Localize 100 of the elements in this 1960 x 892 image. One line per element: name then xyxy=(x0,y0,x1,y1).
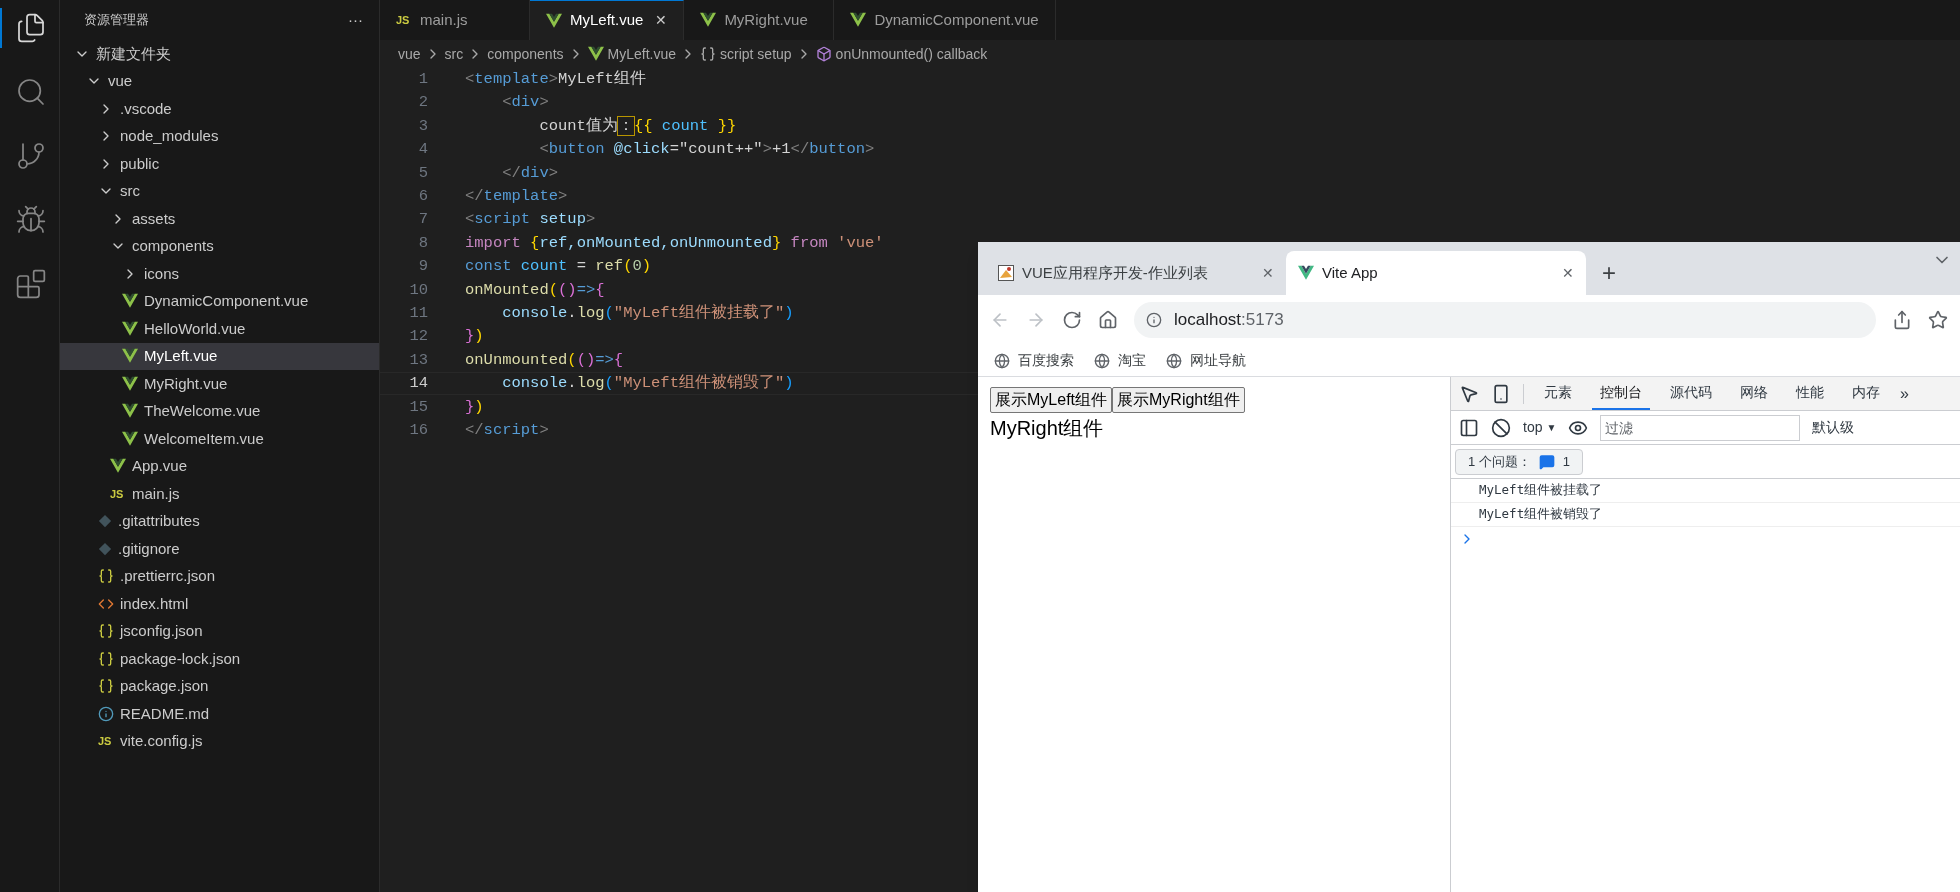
info-icon[interactable] xyxy=(1146,312,1162,328)
vue-icon xyxy=(122,403,138,420)
bookmark[interactable]: 淘宝 xyxy=(1094,350,1146,371)
editor-tab[interactable]: MyRight.vue xyxy=(684,0,835,40)
share-icon[interactable] xyxy=(1892,310,1912,330)
more-tabs-button[interactable]: » xyxy=(1900,381,1909,406)
tree-item[interactable]: MyLeft.vue xyxy=(60,342,379,370)
code-line: onUnmounted(()=>{ xyxy=(465,349,624,371)
line-number: 4 xyxy=(417,139,429,161)
tree-item[interactable]: .vscode xyxy=(60,95,379,123)
browser-tab[interactable]: Vite App ✕ xyxy=(1286,251,1586,295)
tree-item[interactable]: README.md xyxy=(60,700,379,728)
tree-item[interactable]: components xyxy=(60,232,379,260)
breadcrumb-item[interactable]: components xyxy=(487,43,564,65)
page-button[interactable]: 展示MyLeft组件 xyxy=(990,387,1112,413)
code-line: <script setup> xyxy=(465,209,596,231)
code-line: </div> xyxy=(501,162,559,184)
more-button[interactable]: ··· xyxy=(348,8,363,32)
breadcrumb-item[interactable]: script setup xyxy=(720,43,792,65)
diamond-icon xyxy=(98,514,112,529)
close-button[interactable]: ✕ xyxy=(1562,262,1574,284)
tree-item[interactable]: index.html xyxy=(60,590,379,618)
device-icon[interactable] xyxy=(1491,383,1511,404)
bookmark[interactable]: 百度搜索 xyxy=(994,350,1074,371)
home-icon[interactable] xyxy=(1098,310,1118,330)
clear-icon[interactable] xyxy=(1491,417,1511,438)
devtools-tab[interactable]: 元素 xyxy=(1536,377,1580,410)
editor-tab[interactable]: DynamicComponent.vue xyxy=(834,0,1056,40)
code-line: onMounted(()=>{ xyxy=(465,279,605,301)
page-button[interactable]: 展示MyRight组件 xyxy=(1112,387,1245,413)
line-number: 3 xyxy=(417,115,429,137)
level-select[interactable]: 默认级 xyxy=(1812,417,1855,438)
js-icon: JS xyxy=(396,11,412,29)
devtools-tab[interactable]: 网络 xyxy=(1732,377,1776,410)
bookmark[interactable]: 网址导航 xyxy=(1166,350,1246,371)
diamond-icon xyxy=(98,541,112,556)
code-line: import {ref,onMounted,onUnmounted} from 'vue' xyxy=(465,232,884,254)
tree-item[interactable]: package.json xyxy=(60,672,379,700)
tree-item[interactable]: HelloWorld.vue xyxy=(60,315,379,343)
devtools-tab[interactable]: 内存 xyxy=(1844,377,1888,410)
devtools-tab[interactable]: 源代码 xyxy=(1662,377,1720,410)
line-number: 1 xyxy=(417,69,429,91)
tree-item[interactable]: src xyxy=(60,177,379,205)
tree-item[interactable]: .gitattributes xyxy=(60,507,379,535)
star-icon[interactable] xyxy=(1928,310,1948,330)
tree-item[interactable]: public xyxy=(60,150,379,178)
close-button[interactable]: ✕ xyxy=(655,10,668,31)
context-select[interactable]: top ▼ xyxy=(1523,417,1557,438)
issues-button[interactable]: 1 个问题： 1 xyxy=(1455,448,1584,475)
filter-field[interactable]: 过滤 xyxy=(1600,414,1801,441)
js-icon: JS xyxy=(110,485,126,502)
vue-icon xyxy=(122,430,138,447)
tree-item[interactable]: WelcomeItem.vue xyxy=(60,425,379,453)
console-message: MyLeft组件被挂载了 xyxy=(1451,479,1960,503)
close-button[interactable]: ✕ xyxy=(1262,262,1274,284)
vue-icon xyxy=(122,320,138,337)
tree-item[interactable]: assets xyxy=(60,205,379,233)
vue-icon xyxy=(850,12,867,28)
globe-icon xyxy=(994,352,1010,369)
code-line: <template>MyLeft组件 xyxy=(465,69,646,91)
address-bar[interactable]: localhost:5173 xyxy=(1134,302,1876,338)
code-line: }) xyxy=(465,396,484,418)
new-tab-button[interactable]: + xyxy=(1586,251,1632,295)
editor-tab[interactable]: MyLeft.vue ✕ xyxy=(530,0,685,40)
tree-item[interactable]: jsconfig.json xyxy=(60,617,379,645)
code-line: <button @click="count++">+1</button> xyxy=(538,139,875,161)
sidebar-icon[interactable] xyxy=(1459,417,1479,438)
tree-item[interactable]: vue xyxy=(60,67,379,95)
devtools-tab[interactable]: 控制台 xyxy=(1592,377,1650,410)
tree-item[interactable]: .prettierrc.json xyxy=(60,562,379,590)
line-number: 2 xyxy=(417,92,429,114)
tree-item[interactable]: node_modules xyxy=(60,122,379,150)
explorer-title: 资源管理器 xyxy=(84,11,149,30)
vue-icon xyxy=(700,12,717,28)
tree-item[interactable]: .gitignore xyxy=(60,535,379,563)
breadcrumb-item[interactable]: onUnmounted() callback xyxy=(835,43,988,65)
breadcrumb-item[interactable]: MyLeft.vue xyxy=(607,43,676,65)
browser-tab[interactable]: VUE应用程序开发-作业列表 ✕ xyxy=(986,251,1286,295)
tree-item[interactable]: JS vite.config.js xyxy=(60,727,379,755)
tree-item[interactable]: MyRight.vue xyxy=(60,370,379,398)
tree-item[interactable]: JS main.js xyxy=(60,480,379,508)
devtools-tab[interactable]: 性能 xyxy=(1788,377,1832,410)
tree-item[interactable]: DynamicComponent.vue xyxy=(60,287,379,315)
js-icon: JS xyxy=(98,733,114,750)
code-line: const count = ref(0) xyxy=(465,256,652,278)
info-icon xyxy=(98,705,114,722)
code-line: count值为：{{ count }} xyxy=(538,115,737,137)
breadcrumb-item[interactable]: vue xyxy=(398,43,421,65)
tree-item[interactable]: package-lock.json xyxy=(60,645,379,673)
line-number: 16 xyxy=(408,419,429,441)
tree-item[interactable]: TheWelcome.vue xyxy=(60,397,379,425)
code-line: </script> xyxy=(465,419,549,441)
tree-item[interactable]: icons xyxy=(60,260,379,288)
braces-icon xyxy=(98,678,114,695)
breadcrumb-item[interactable]: src xyxy=(444,43,464,65)
vue-icon xyxy=(1298,265,1314,281)
reload-icon[interactable] xyxy=(1062,310,1082,330)
tree-item[interactable]: App.vue xyxy=(60,452,379,480)
tree-item[interactable]: 新建文件夹 xyxy=(60,40,379,68)
line-number: 7 xyxy=(417,209,429,231)
